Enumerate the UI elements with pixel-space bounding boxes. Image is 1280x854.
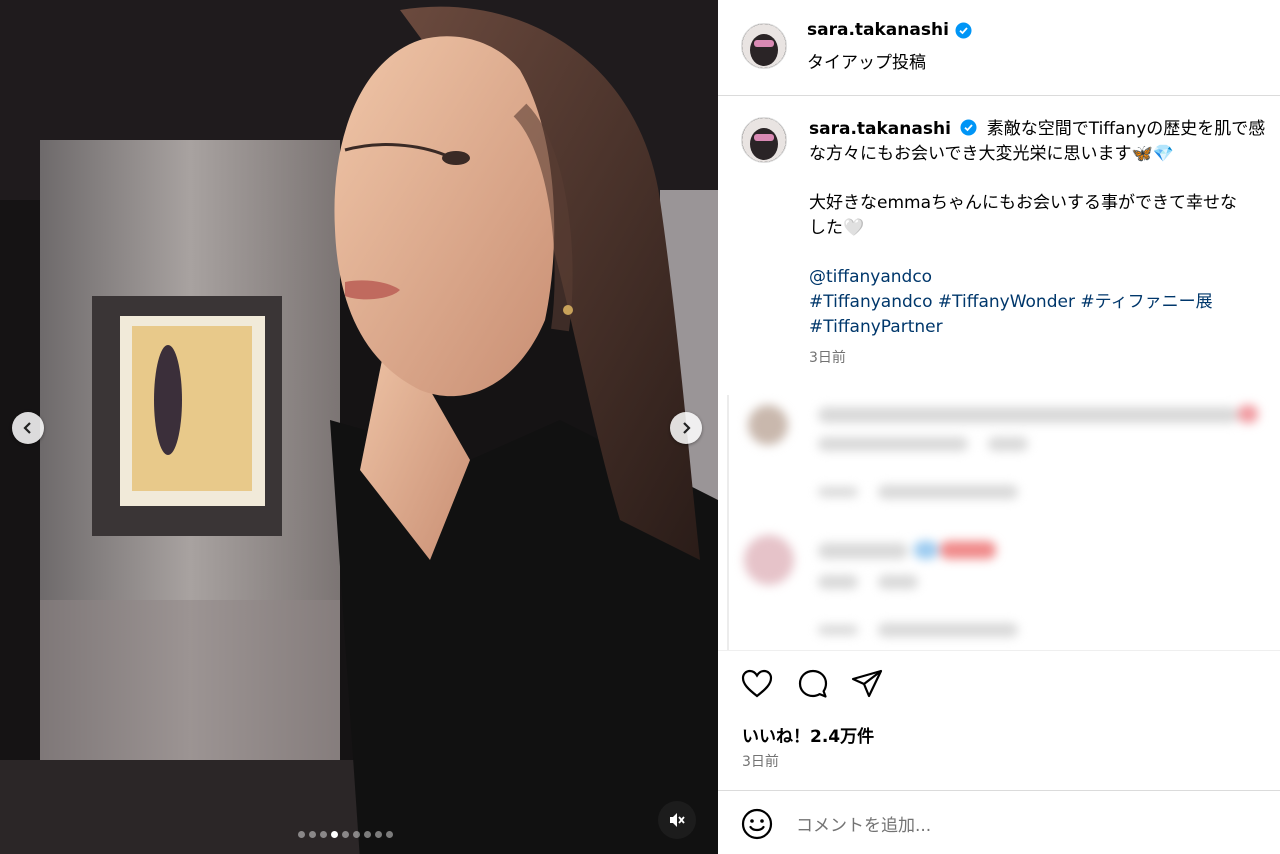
slide-dot <box>375 831 382 838</box>
caption-text-line: した🤍 <box>809 218 865 238</box>
post-details-panel: sara.takanashi タイアップ投稿 sara.takanashi 素敵… <box>718 0 1280 854</box>
chevron-left-icon <box>23 422 31 434</box>
slide-dot <box>353 831 360 838</box>
post-photo <box>0 0 718 854</box>
paid-partnership-label[interactable]: タイアップ投稿 <box>807 48 926 73</box>
add-comment-input[interactable] <box>794 810 1258 842</box>
slide-dot <box>386 831 393 838</box>
caption-timestamp: 3日前 <box>809 350 846 366</box>
share-icon <box>851 669 883 698</box>
slide-dot <box>320 831 327 838</box>
share-button[interactable] <box>850 667 884 701</box>
post-timestamp[interactable]: 3日前 <box>742 751 779 771</box>
header-username[interactable]: sara.takanashi <box>807 20 949 40</box>
chevron-right-icon <box>683 422 691 434</box>
caption-text-line: 大好きなemmaちゃんにもお会いする事ができて幸せな <box>809 193 1237 213</box>
author-avatar[interactable] <box>741 23 787 69</box>
next-slide-button[interactable] <box>670 412 702 444</box>
header-username-row: sara.takanashi <box>807 20 972 40</box>
verified-badge-icon <box>960 119 977 136</box>
divider <box>718 790 1280 791</box>
previous-slide-button[interactable] <box>12 412 44 444</box>
slide-dot <box>364 831 371 838</box>
comments-list-blurred <box>728 395 1280 650</box>
emoji-icon <box>741 808 773 840</box>
slide-dot <box>331 831 338 838</box>
post-caption: sara.takanashi 素敵な空間でTiffanyの歴史を肌で感 な方々に… <box>809 117 1280 340</box>
divider <box>718 95 1280 96</box>
caption-text-line: な方々にもお会いでき大変光栄に思います🦋💎 <box>809 144 1174 164</box>
heart-icon <box>741 669 773 698</box>
caption-username[interactable]: sara.takanashi <box>809 119 951 139</box>
emoji-picker-button[interactable] <box>740 807 774 841</box>
divider <box>718 650 1280 651</box>
hashtag-link[interactable]: #TiffanyPartner <box>809 317 943 337</box>
comment-icon <box>798 669 828 698</box>
like-button[interactable] <box>740 667 774 701</box>
hashtag-links[interactable]: #Tiffanyandco #TiffanyWonder #ティファニー展 <box>809 292 1213 312</box>
post-media <box>0 0 718 854</box>
mute-toggle-button[interactable] <box>658 801 696 839</box>
caption-author-avatar[interactable] <box>741 117 787 163</box>
mention-link[interactable]: @tiffanyandco <box>809 267 932 287</box>
slide-dot <box>342 831 349 838</box>
muted-speaker-icon <box>670 813 685 827</box>
caption-text-line: 素敵な空間でTiffanyの歴史を肌で感 <box>986 119 1266 139</box>
comment-button[interactable] <box>796 667 830 701</box>
like-count[interactable]: いいね！2.4万件 <box>742 722 874 747</box>
verified-badge-icon <box>955 22 972 38</box>
slide-dot <box>309 831 316 838</box>
slide-dot <box>298 831 305 838</box>
slide-indicator <box>298 831 393 838</box>
